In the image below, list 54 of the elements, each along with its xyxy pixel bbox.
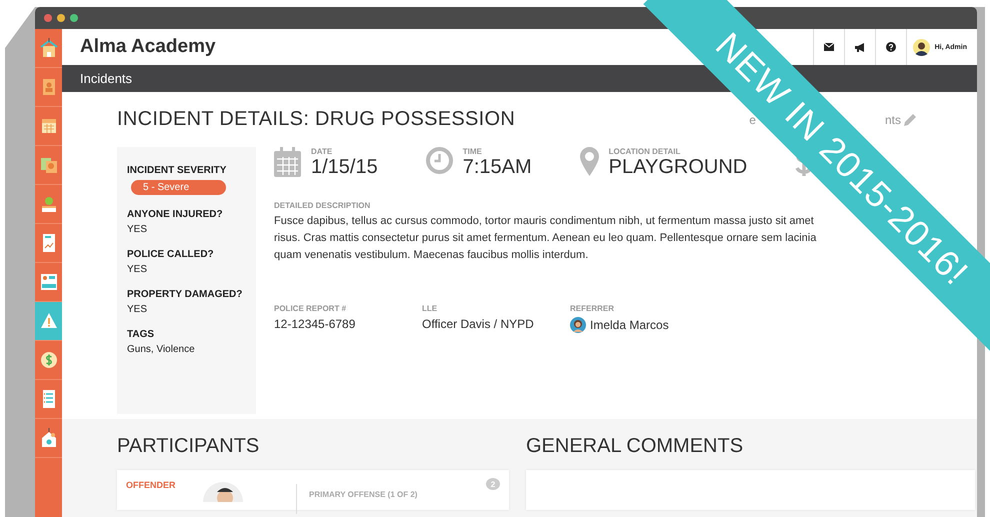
- megaphone-icon: [854, 42, 865, 52]
- envelope-icon: [824, 43, 834, 51]
- field-label: PROPERTY DAMAGED?: [127, 289, 244, 300]
- window-control[interactable]: [70, 14, 78, 22]
- avatar-icon: [912, 38, 930, 56]
- sidebar-item[interactable]: [35, 302, 62, 341]
- school-name: Alma Academy: [80, 36, 216, 58]
- field-value: Imelda Marcos: [590, 318, 669, 332]
- field-label: REFERRER: [570, 304, 616, 313]
- offense-label: PRIMARY OFFENSE (1 OF 2): [309, 490, 418, 499]
- stat-value: 1/15/15: [311, 156, 378, 179]
- stat-value: PLAYGROUND: [608, 156, 748, 179]
- stat-label: TIME: [462, 147, 483, 156]
- warning-icon: [40, 311, 58, 331]
- id-card-icon: [40, 272, 58, 292]
- stat-label: DATE: [311, 147, 334, 156]
- school-icon: [40, 38, 58, 58]
- stat-value: 7:15AM: [462, 156, 532, 179]
- field-value: Guns, Violence: [127, 344, 196, 355]
- avatar-icon: [203, 482, 243, 502]
- map-pin-icon: [580, 147, 599, 176]
- window-control[interactable]: [57, 14, 65, 22]
- severity-badge: 5 - Severe: [131, 180, 226, 195]
- dollar-coin-icon: [40, 350, 58, 370]
- section-title: PARTICIPANTS: [117, 435, 260, 458]
- documents-icon: [40, 155, 58, 175]
- field-value: YES: [127, 264, 148, 275]
- window-control[interactable]: [44, 14, 52, 22]
- calendar-icon: [40, 116, 58, 136]
- field-value: Officer Davis / NYPD: [422, 317, 534, 331]
- avatar-icon: [570, 317, 586, 333]
- clock-icon: [426, 147, 453, 174]
- description-text: Fusce dapibus, tellus ac cursus commodo, tortor mauris condimentum nibh, ut fermentum massa justo sit amet risus. Cras mattis consectetur purus sit amet fermentum. Aenean eu leo quam. Pellentesque ornare sem lacinia quam venenatis vestibulum. Maecenas faucibus mollis interdum.: [274, 214, 818, 263]
- schoolhouse-gear-icon: [40, 428, 58, 448]
- edit-link[interactable]: e: [749, 112, 756, 126]
- field-label: LLE: [422, 304, 438, 313]
- page-title: Incidents: [80, 71, 132, 86]
- field-value: 12-12345-6789: [274, 317, 356, 331]
- apple-books-icon: [40, 194, 58, 214]
- stat-label: LOCATION DETAIL: [608, 147, 682, 156]
- role-label: OFFENDER: [126, 480, 176, 490]
- field-label: TAGS: [127, 329, 156, 340]
- field-label: ANYONE INJURED?: [127, 209, 224, 220]
- help-icon: [886, 42, 896, 52]
- field-label: POLICE REPORT #: [274, 304, 348, 313]
- field-value: YES: [127, 224, 148, 235]
- incident-title: INCIDENT DETAILS: DRUG POSSESSION: [117, 108, 516, 131]
- edit-link[interactable]: nts: [884, 112, 901, 126]
- pencil-icon[interactable]: [903, 112, 917, 126]
- field-value: YES: [127, 304, 148, 315]
- calendar-icon: [274, 147, 301, 177]
- section-title: GENERAL COMMENTS: [526, 435, 744, 458]
- field-label: INCIDENT SEVERITY: [127, 165, 228, 176]
- field-label: POLICE CALLED?: [127, 249, 215, 260]
